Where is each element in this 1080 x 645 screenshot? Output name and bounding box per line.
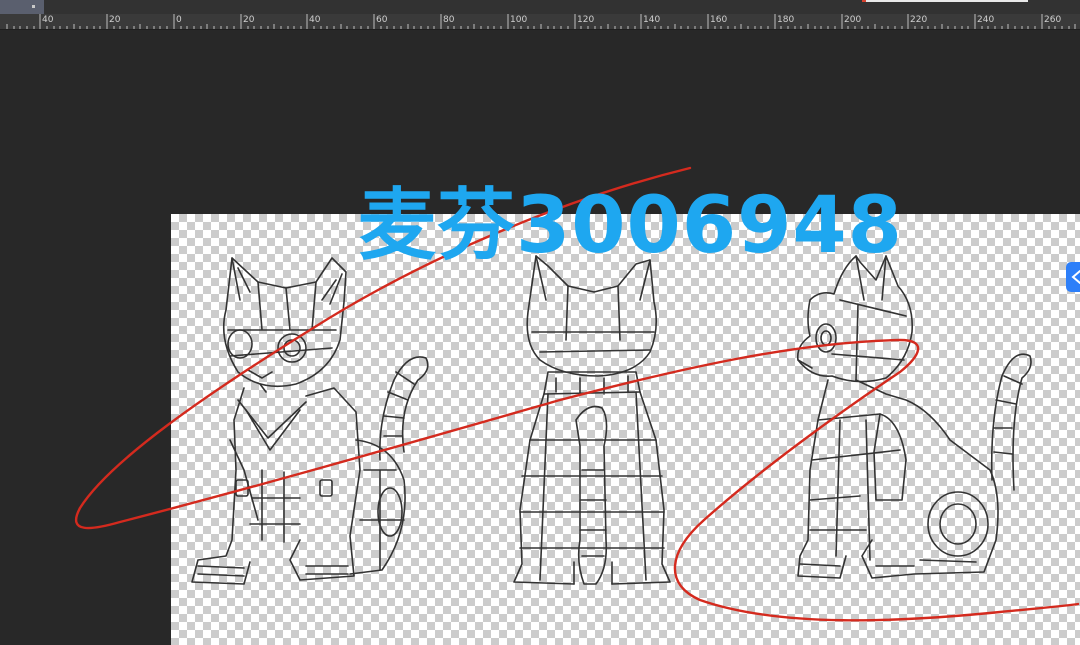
robot-cat-front-three-quarter	[191, 257, 429, 585]
share-icon	[1071, 270, 1080, 284]
artwork-layer	[74, 166, 1080, 622]
share-button[interactable]	[1066, 262, 1080, 292]
robot-cat-back	[513, 255, 671, 585]
watermark-text: 麦芬3006948	[358, 181, 903, 271]
robot-cat-side	[796, 255, 1032, 579]
